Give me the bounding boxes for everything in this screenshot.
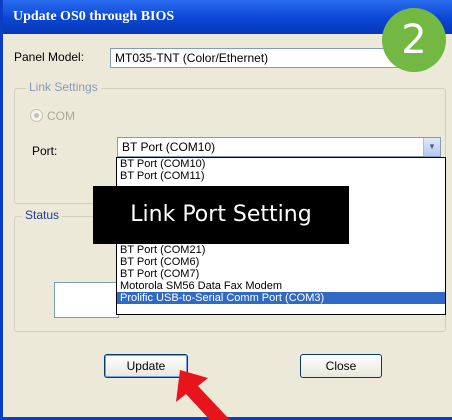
dropdown-item[interactable]: BT Port (COM6): [117, 256, 445, 268]
window-title: Update OS0 through BIOS: [13, 9, 175, 24]
link-port-setting-caption: Link Port Setting: [93, 186, 349, 244]
panel-model-value: MT035-TNT (Color/Ethernet): [115, 51, 269, 65]
close-button[interactable]: Close: [300, 354, 382, 378]
dropdown-item[interactable]: BT Port (COM7): [117, 268, 445, 280]
com-radio-label: COM: [47, 109, 75, 123]
panel-model-field[interactable]: MT035-TNT (Color/Ethernet): [110, 48, 400, 68]
dropdown-item[interactable]: BT Port (COM10): [117, 158, 445, 170]
status-field: [54, 282, 119, 318]
link-settings-title: Link Settings: [26, 80, 101, 94]
red-arrow-icon: [176, 370, 230, 420]
port-combo[interactable]: BT Port (COM10) ▼: [117, 137, 441, 157]
chevron-down-icon[interactable]: ▼: [423, 138, 440, 156]
port-label: Port:: [32, 144, 58, 158]
dropdown-item[interactable]: BT Port (COM11): [117, 170, 445, 182]
step-badge: 2: [382, 8, 446, 72]
com-radio[interactable]: [30, 109, 43, 122]
dropdown-item[interactable]: BT Port (COM21): [117, 244, 445, 256]
status-title: Status: [22, 208, 63, 222]
dropdown-item[interactable]: Motorola SM56 Data Fax Modem: [117, 280, 445, 292]
panel-model-label: Panel Model:: [14, 50, 85, 64]
port-combo-value: BT Port (COM10): [122, 140, 216, 154]
dropdown-item-selected[interactable]: Prolific USB-to-Serial Comm Port (COM3): [117, 292, 445, 304]
